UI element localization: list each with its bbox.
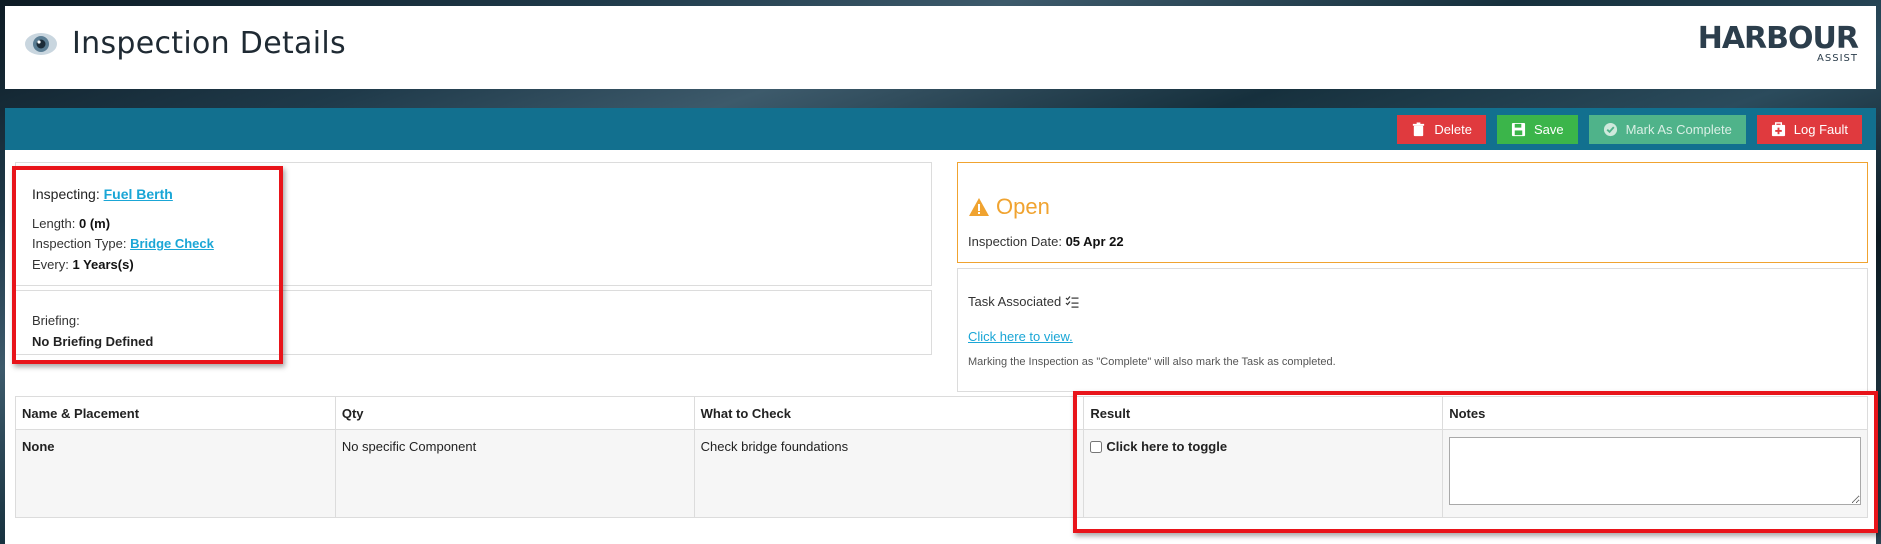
warning-icon	[969, 198, 989, 216]
floppy-disk-icon	[1511, 122, 1526, 137]
toolbar: Delete Save Mark As Complete Log Fault	[1397, 115, 1862, 144]
tasklist-icon	[1065, 295, 1079, 308]
column-header-notes: Notes	[1442, 396, 1868, 430]
briefing-label: Briefing:	[32, 313, 80, 328]
page-title: Inspection Details	[72, 26, 346, 61]
briefing-box: Briefing: No Briefing Defined	[15, 290, 932, 355]
every-value: 1 Years(s)	[72, 257, 134, 272]
result-toggle-label: Click here to toggle	[1106, 439, 1228, 454]
panel-header-bar: Delete Save Mark As Complete Log Fault	[5, 108, 1876, 150]
inspecting-label: Inspecting:	[32, 186, 100, 202]
delete-button-label: Delete	[1434, 122, 1472, 137]
components-table: Name & Placement Qty What to Check Resul…	[15, 396, 1868, 518]
view-task-link[interactable]: Click here to view.	[968, 329, 1073, 344]
log-fault-label: Log Fault	[1793, 122, 1848, 137]
trash-icon	[1413, 122, 1425, 137]
page-title-wrap: Inspection Details	[24, 26, 346, 61]
cell-name: None	[15, 429, 336, 518]
status-text: Open	[996, 194, 1050, 219]
check-circle-icon	[1603, 122, 1617, 137]
inspection-date-value: 05 Apr 22	[1065, 234, 1124, 249]
delete-button[interactable]: Delete	[1397, 115, 1486, 144]
status-box: Open Inspection Date: 05 Apr 22	[957, 162, 1868, 263]
column-header-name-placement: Name & Placement	[15, 396, 336, 430]
save-button-label: Save	[1533, 122, 1564, 137]
inspecting-line: Inspecting: Fuel Berth	[32, 186, 173, 202]
inspection-date-line: Inspection Date: 05 Apr 22	[968, 234, 1124, 249]
table-row: None No specific Component Check bridge …	[15, 429, 1868, 518]
mark-complete-label: Mark As Complete	[1625, 122, 1732, 137]
length-label: Length:	[32, 216, 76, 231]
cell-qty: No specific Component	[334, 429, 695, 518]
briefing-value: No Briefing Defined	[32, 334, 154, 349]
every-label: Every:	[32, 257, 69, 272]
cell-result: Click here to toggle	[1083, 429, 1444, 518]
eye-icon	[25, 32, 57, 55]
save-button[interactable]: Save	[1496, 115, 1578, 144]
status-heading: Open	[968, 194, 1050, 220]
log-fault-button[interactable]: Log Fault	[1756, 115, 1862, 144]
column-header-result: Result	[1083, 396, 1444, 430]
inspecting-details-box: Inspecting: Fuel Berth Length: 0 (m) Ins…	[15, 162, 932, 286]
inspection-type-link[interactable]: Bridge Check	[130, 236, 214, 251]
column-header-what-to-check: What to Check	[693, 396, 1085, 430]
task-completion-note: Marking the Inspection as "Complete" wil…	[968, 356, 1336, 368]
cell-notes	[1442, 429, 1868, 518]
components-table-wrap: Name & Placement Qty What to Check Resul…	[15, 396, 1868, 518]
harbour-assist-logo: HARBOUR ASSIST	[1697, 21, 1859, 65]
cell-what-to-check: Check bridge foundations	[693, 429, 1085, 518]
inspection-type-line: Inspection Type: Bridge Check	[32, 236, 214, 251]
inspection-panel: Delete Save Mark As Complete Log Fault I…	[5, 108, 1876, 544]
result-toggle[interactable]: Click here to toggle	[1090, 439, 1436, 454]
mark-complete-button[interactable]: Mark As Complete	[1588, 115, 1746, 144]
length-value: 0 (m)	[79, 216, 111, 231]
table-header-row: Name & Placement Qty What to Check Resul…	[15, 396, 1868, 430]
task-box: Task Associated Click here to view. Mark…	[957, 268, 1868, 392]
inspection-type-label: Inspection Type:	[32, 236, 127, 251]
notes-textarea[interactable]	[1449, 437, 1861, 505]
inspection-date-label: Inspection Date:	[968, 234, 1062, 249]
inspecting-target-link[interactable]: Fuel Berth	[104, 186, 173, 202]
column-header-qty: Qty	[334, 396, 695, 430]
result-checkbox[interactable]	[1090, 440, 1103, 453]
length-line: Length: 0 (m)	[32, 216, 110, 231]
task-associated-label: Task Associated	[968, 294, 1062, 309]
medkit-icon	[1771, 122, 1785, 137]
every-line: Every: 1 Years(s)	[32, 257, 134, 272]
top-header: Inspection Details HARBOUR ASSIST	[5, 6, 1876, 89]
task-associated-line: Task Associated	[968, 294, 1079, 309]
logo-main-text: HARBOUR	[1697, 21, 1859, 56]
